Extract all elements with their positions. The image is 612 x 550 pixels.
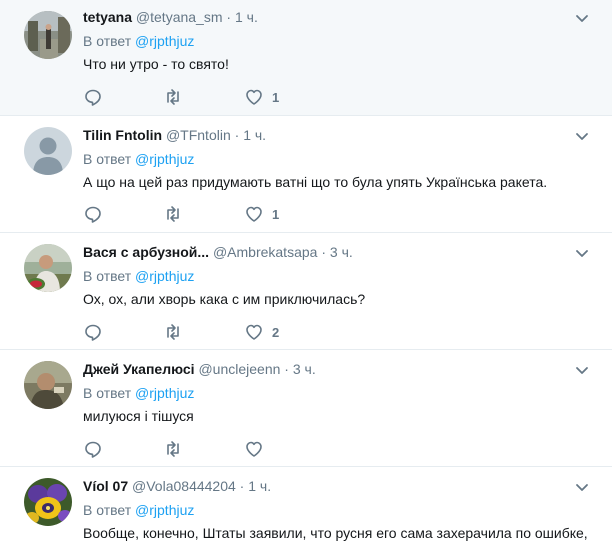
like-count: 2: [272, 324, 280, 340]
separator-dot: ·: [234, 127, 240, 143]
retweet-icon: [163, 87, 183, 107]
heart-icon: [244, 322, 264, 342]
author-handle[interactable]: @tetyana_sm: [136, 9, 223, 25]
tweet-text: А що на цей раз придумають ватні що то б…: [83, 174, 548, 190]
author-handle[interactable]: @Vola08444204: [132, 478, 236, 494]
separator-dot: ·: [321, 244, 326, 260]
retweet-button[interactable]: [163, 87, 183, 107]
chevron-down-icon[interactable]: [574, 128, 590, 144]
reply-prefix: В ответ: [83, 33, 132, 49]
tweet-text: Ох, ох, али хворь кака с им приключилась…: [83, 291, 366, 307]
reply-icon: [83, 439, 103, 459]
like-button[interactable]: 1: [244, 204, 279, 224]
timestamp[interactable]: 3 ч.: [330, 244, 353, 260]
chevron-down-icon[interactable]: [574, 362, 590, 378]
timestamp[interactable]: 3 ч.: [293, 361, 316, 377]
reply-context: В ответ @rjpthjuz: [83, 501, 194, 519]
retweet-icon: [163, 322, 183, 342]
author-handle[interactable]: @unclejeenn: [198, 361, 280, 377]
avatar[interactable]: [24, 127, 72, 175]
author-name[interactable]: tetyana: [83, 9, 132, 25]
reply-context: В ответ @rjpthjuz: [83, 32, 194, 50]
heart-icon: [244, 87, 264, 107]
timestamp[interactable]: 1 ч.: [248, 478, 271, 494]
avatar[interactable]: [24, 11, 72, 59]
reply-to-link[interactable]: @rjpthjuz: [135, 502, 194, 518]
reply-feed: tetyana @tetyana_sm · 1 ч. В ответ @rjpt…: [0, 0, 612, 550]
separator-dot: ·: [226, 9, 232, 25]
like-count: 1: [272, 89, 280, 105]
heart-icon: [244, 439, 264, 459]
reply-to-link[interactable]: @rjpthjuz: [135, 151, 194, 167]
like-button[interactable]: 1: [244, 87, 279, 107]
reply-to-link[interactable]: @rjpthjuz: [135, 33, 194, 49]
reply-context: В ответ @rjpthjuz: [83, 384, 194, 402]
retweet-button[interactable]: [163, 204, 183, 224]
retweet-button[interactable]: [163, 322, 183, 342]
author-handle[interactable]: @Ambrekatsapa: [213, 244, 317, 260]
reply-icon: [83, 204, 103, 224]
tweet-item[interactable]: Tilin Fntolin @TFntolin · 1 ч. В ответ @…: [0, 116, 612, 233]
reply-context: В ответ @rjpthjuz: [83, 267, 194, 285]
author-handle[interactable]: @TFntolin: [166, 127, 231, 143]
timestamp[interactable]: 1 ч.: [235, 9, 258, 25]
tweet-item[interactable]: Víol 07 @Vola08444204 · 1 ч. В ответ @rj…: [0, 467, 612, 550]
heart-icon: [244, 204, 264, 224]
reply-icon: [83, 322, 103, 342]
like-button[interactable]: 2: [244, 322, 279, 342]
author-name[interactable]: Tilin Fntolin: [83, 127, 162, 143]
author-name[interactable]: Вася с арбузной...: [83, 244, 209, 260]
timestamp[interactable]: 1 ч.: [243, 127, 266, 143]
tweet-actions: 1: [83, 204, 383, 224]
reply-icon: [83, 87, 103, 107]
reply-prefix: В ответ: [83, 502, 132, 518]
reply-prefix: В ответ: [83, 151, 132, 167]
retweet-button[interactable]: [163, 439, 183, 459]
reply-button[interactable]: [83, 87, 103, 107]
reply-context: В ответ @rjpthjuz: [83, 150, 194, 168]
tweet-actions: [83, 439, 383, 459]
tweet-item[interactable]: tetyana @tetyana_sm · 1 ч. В ответ @rjpt…: [0, 0, 612, 116]
author-name[interactable]: Víol 07: [83, 478, 128, 494]
reply-to-link[interactable]: @rjpthjuz: [135, 385, 194, 401]
reply-prefix: В ответ: [83, 268, 132, 284]
reply-prefix: В ответ: [83, 385, 132, 401]
author-name[interactable]: Джей Укапелюсі: [83, 361, 195, 377]
separator-dot: ·: [284, 361, 289, 377]
avatar[interactable]: [24, 478, 72, 526]
chevron-down-icon[interactable]: [574, 479, 590, 495]
avatar[interactable]: [24, 244, 72, 292]
reply-button[interactable]: [83, 439, 103, 459]
reply-button[interactable]: [83, 204, 103, 224]
tweet-item[interactable]: Вася с арбузной... @Ambrekatsapa · 3 ч. …: [0, 233, 612, 350]
tweet-text: Вообще, конечно, Штаты заявили, что русн…: [83, 525, 588, 541]
retweet-icon: [163, 439, 183, 459]
reply-to-link[interactable]: @rjpthjuz: [135, 268, 194, 284]
tweet-item[interactable]: Джей Укапелюсі @unclejeenn · 3 ч. В отве…: [0, 350, 612, 467]
chevron-down-icon[interactable]: [574, 10, 590, 26]
like-count: 1: [272, 206, 280, 222]
tweet-actions: 1: [83, 87, 383, 107]
retweet-icon: [163, 204, 183, 224]
tweet-text: милуюся і тішуся: [83, 408, 194, 424]
chevron-down-icon[interactable]: [574, 245, 590, 261]
reply-button[interactable]: [83, 322, 103, 342]
separator-dot: ·: [239, 478, 245, 494]
like-button[interactable]: [244, 439, 272, 459]
avatar[interactable]: [24, 361, 72, 409]
tweet-actions: 2: [83, 322, 383, 342]
tweet-text: Что ни утро - то свято!: [83, 56, 229, 72]
